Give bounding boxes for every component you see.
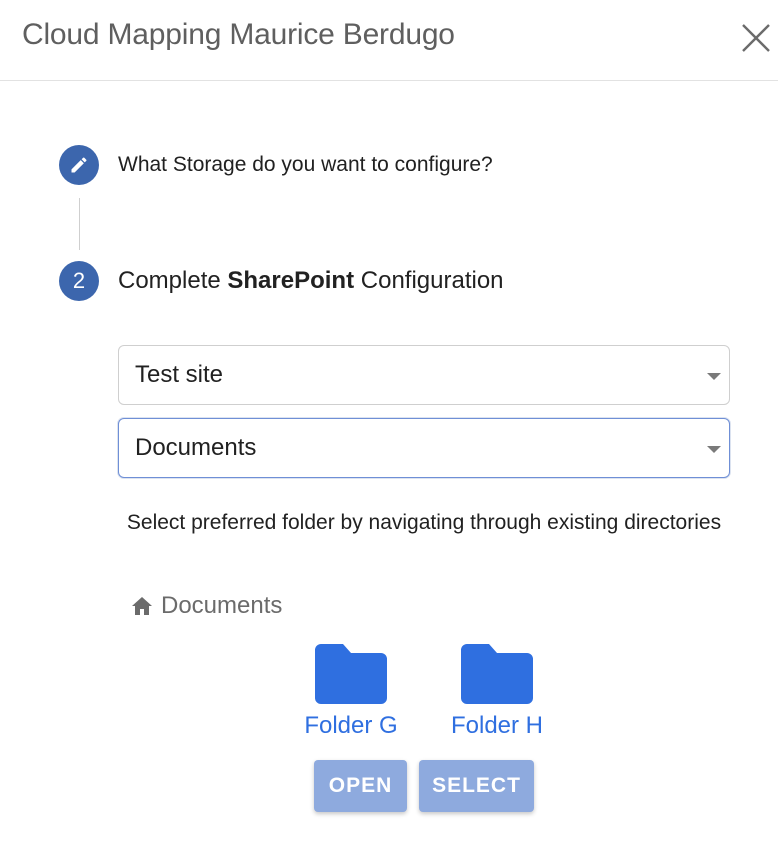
step-2-label-suffix: Configuration — [354, 267, 504, 294]
step-1-indicator[interactable] — [59, 145, 99, 185]
step-1-label: What Storage do you want to configure? — [118, 153, 493, 176]
breadcrumb-label: Documents — [161, 592, 283, 619]
step-connector — [79, 198, 80, 250]
step-2-label: Complete SharePoint Configuration — [118, 267, 504, 295]
folder-name: Folder H — [450, 712, 544, 739]
folder-icon — [315, 644, 387, 704]
site-select-value: Test site — [135, 361, 224, 388]
site-select[interactable]: Test site — [118, 345, 730, 405]
home-icon — [132, 597, 152, 615]
library-select[interactable]: Documents — [118, 418, 730, 478]
step-2-indicator: 2 — [59, 261, 99, 301]
step-2-label-prefix: Complete — [118, 267, 228, 294]
library-select-value: Documents — [135, 434, 257, 461]
breadcrumb[interactable]: Documents — [131, 592, 282, 620]
folder-item[interactable]: Folder G — [296, 642, 406, 740]
folder-name: Folder G — [304, 712, 398, 739]
folder-icon — [461, 644, 533, 704]
chevron-down-icon — [707, 373, 721, 380]
close-icon — [742, 24, 770, 52]
folder-instruction: Select preferred folder by navigating th… — [126, 511, 722, 534]
step-2-label-bold: SharePoint — [227, 267, 355, 294]
dialog-title: Cloud Mapping Maurice Berdugo — [22, 18, 455, 51]
folder-item[interactable]: Folder H — [442, 642, 552, 740]
chevron-down-icon — [707, 446, 721, 453]
close-button[interactable] — [738, 20, 774, 56]
dialog-header: Cloud Mapping Maurice Berdugo — [0, 0, 778, 81]
open-button[interactable]: OPEN — [314, 760, 407, 812]
pencil-icon — [71, 157, 87, 173]
select-button[interactable]: SELECT — [419, 760, 534, 812]
